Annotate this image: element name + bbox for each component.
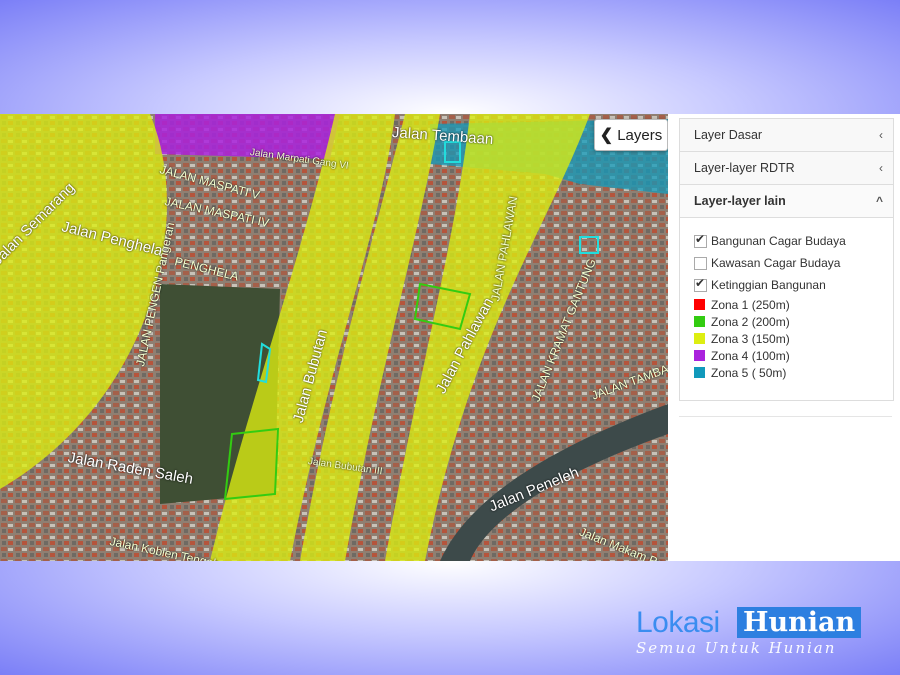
section-label: Layer-layer lain — [694, 194, 786, 208]
legend-swatch — [694, 350, 705, 361]
legend-swatch — [694, 367, 705, 378]
layers-panel: Layer Dasar ‹ Layer-layer RDTR ‹ Layer-l… — [679, 118, 894, 401]
layer-checkbox-row[interactable]: Ketinggian Bangunan — [694, 274, 879, 296]
legend-item: Zona 5 ( 50m) — [694, 364, 879, 381]
section-layer-rdtr[interactable]: Layer-layer RDTR ‹ — [680, 152, 893, 185]
map-app: Jalan Tembaan JALAN MASPATI V Jalan Marp… — [0, 114, 900, 561]
zone4-area — [155, 114, 340, 159]
logo-tagline: Semua Untuk Hunian — [636, 639, 837, 657]
layers-button-label: Layers — [617, 126, 663, 144]
legend-swatch — [694, 299, 705, 310]
checkbox-checked[interactable] — [694, 234, 707, 248]
legend-swatch — [694, 333, 705, 344]
legend-label: Zona 4 (100m) — [711, 348, 790, 363]
legend-item: Zona 1 (250m) — [694, 296, 879, 313]
checkbox-label: Bangunan Cagar Budaya — [711, 234, 846, 248]
legend-item: Zona 3 (150m) — [694, 330, 879, 347]
checkbox-checked[interactable] — [694, 278, 707, 292]
legend-item: Zona 4 (100m) — [694, 347, 879, 364]
chevron-left-icon: ❮ — [599, 127, 614, 144]
chevron-left-icon: ‹ — [879, 128, 883, 142]
section-layer-lain[interactable]: Layer-layer lain ^ — [680, 185, 893, 218]
chevron-up-icon: ^ — [875, 194, 883, 208]
checkbox-label: Kawasan Cagar Budaya — [711, 256, 841, 270]
legend-swatch — [694, 316, 705, 327]
section-label: Layer Dasar — [694, 128, 763, 142]
legend-label: Zona 5 ( 50m) — [711, 365, 787, 380]
checkbox-unchecked[interactable] — [694, 256, 707, 270]
legend-label: Zona 3 (150m) — [711, 331, 790, 346]
checkbox-label: Ketinggian Bangunan — [711, 278, 826, 292]
legend-label: Zona 1 (250m) — [711, 297, 790, 312]
section-body: Bangunan Cagar Budaya Kawasan Cagar Buda… — [680, 218, 893, 393]
layers-toggle-button[interactable]: ❮ Layers — [594, 119, 668, 151]
chevron-left-icon: ‹ — [879, 161, 883, 175]
logo-text-part2: Hunian — [737, 607, 862, 638]
legend-label: Zona 2 (200m) — [711, 314, 790, 329]
map-view[interactable]: Jalan Tembaan JALAN MASPATI V Jalan Marp… — [0, 114, 668, 561]
layer-checkbox-row[interactable]: Kawasan Cagar Budaya — [694, 252, 879, 274]
layer-checkbox-row[interactable]: Bangunan Cagar Budaya — [694, 230, 879, 252]
section-label: Layer-layer RDTR — [694, 161, 795, 175]
background-top — [0, 0, 900, 114]
panel-divider — [679, 416, 892, 417]
section-layer-dasar[interactable]: Layer Dasar ‹ — [680, 119, 893, 152]
watermark-logo: Lokasi Hunian Semua Untuk Hunian — [636, 606, 876, 657]
legend-item: Zona 2 (200m) — [694, 313, 879, 330]
logo-text-part1: Lokasi — [636, 606, 720, 639]
